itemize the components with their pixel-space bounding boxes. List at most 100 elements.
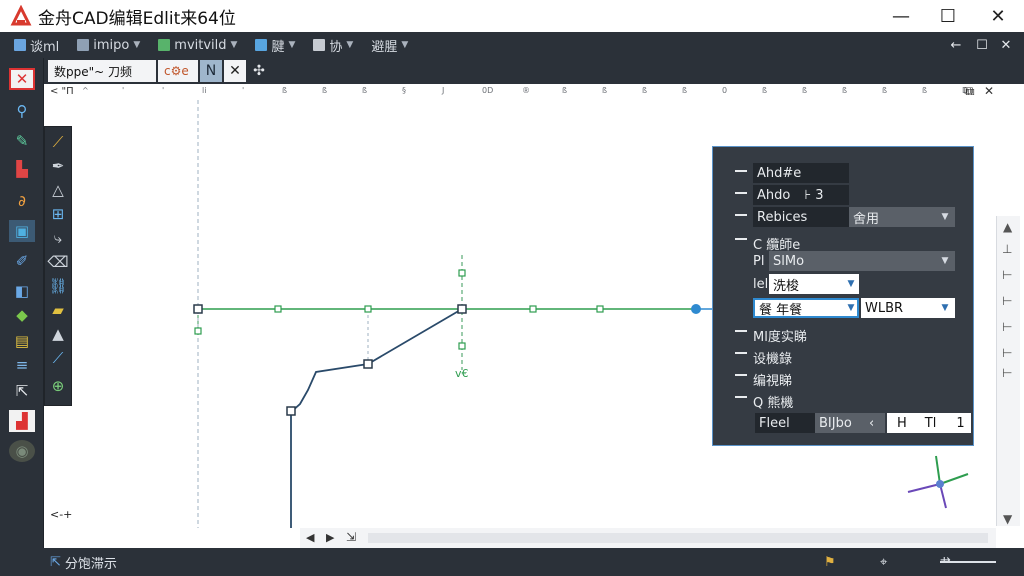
expand-tool-icon[interactable]: ⇱ [9,380,35,402]
chevron-down-icon: ▼ [288,40,296,50]
property-value-field[interactable]: Rebices [753,207,849,227]
menu-help[interactable]: 协 ▼ [309,34,357,56]
horizontal-scrollbar[interactable]: ◀ ▶ ⇲ [300,528,996,548]
axis-gizmo[interactable] [907,455,969,509]
footer-select[interactable]: BIJbo [815,413,865,433]
ruler-tick-label: ' [122,86,125,95]
panel-float-icon[interactable]: ⧉ [966,84,975,99]
stack-tool-icon[interactable]: ≡ [9,354,35,376]
menu-file[interactable]: 谈ml [10,34,63,56]
midpoint-handle[interactable] [194,327,202,335]
settings-tool-icon[interactable]: ◉ [9,440,35,462]
chevron-down-icon[interactable]: ▼ [843,276,859,292]
chevron-down-icon[interactable]: ▼ [843,300,859,316]
property-value-field[interactable]: Ahdo ⊦ 3 [753,185,849,205]
scroll-right-icon[interactable]: ▶ [326,531,334,544]
midpoint-handle[interactable] [529,305,537,313]
image-tool-icon[interactable]: ▣ [9,220,35,242]
footer-field[interactable]: Fleel [755,413,815,433]
connection-point[interactable] [691,304,701,314]
midpoint-handle[interactable] [364,305,372,313]
title-bar: 金舟CAD编辑Edlit来64位 — ☐ ✕ [0,0,1024,32]
chevron-down-icon[interactable]: ▼ [937,253,953,269]
property-row: C 纜師e [713,231,975,253]
ruler-marker-icon: ⊢ [1002,294,1013,308]
property-label: Q 熊機 [753,396,794,411]
property-select[interactable]: SlMo [769,251,955,271]
tab-document-2[interactable]: c⚙e [158,60,198,82]
maximize-button[interactable]: ☐ [925,0,971,32]
pencil-tool-icon[interactable]: ✐ [9,250,35,272]
vertex-handle[interactable] [193,304,203,314]
menu-import[interactable]: imipo ▼ [73,34,144,56]
vertex-handle[interactable] [286,406,296,416]
ruler-tick-label: li [202,86,207,95]
edit-menu-icon [255,39,268,51]
menu-help-label: 协 [329,39,343,55]
scroll-up-icon[interactable]: ▲ [1003,220,1012,234]
chevron-down-icon[interactable]: ▼ [937,209,953,225]
curve-tool-icon[interactable]: ∂ [9,190,35,212]
chart-tool-icon[interactable]: ▟ [9,410,35,432]
mdi-close-button[interactable]: ✕ [994,32,1018,58]
tab-pin-icon[interactable]: ✣ [248,60,270,82]
midpoint-handle[interactable] [596,305,604,313]
chevron-down-icon[interactable]: ▼ [937,300,953,316]
tab-document-1-label: 数ppe"~ 刀频 [54,64,133,79]
vertical-scrollbar[interactable]: ▲ ⊥ ⊢ ⊢ ⊢ ⊢ ⊢ ▼ [996,216,1020,526]
chevron-down-icon: ▼ [133,40,141,50]
canvas-corner-marker: <-+ [50,508,72,521]
chevron-down-icon: ▼ [346,40,354,50]
tab-close-button[interactable]: ✕ [224,60,246,82]
property-label: Ml度实睇 [753,330,807,345]
menu-edit[interactable]: 腱 ▼ [251,34,299,56]
fill-tool-icon[interactable]: ◆ [9,304,35,326]
menu-view[interactable]: mvitvild ▼ [154,34,241,56]
flag-icon[interactable]: ⚑ [824,555,836,570]
footer-input[interactable]: H Tl 1 [887,413,971,433]
footer-arrow[interactable]: ‹ [865,413,885,433]
status-text-wrap: ⇱ 分饱滞示 [50,553,117,572]
property-prefix: lel [753,277,769,292]
ruler-tick-label: § [402,86,406,95]
midpoint-handle[interactable] [458,342,466,350]
midpoint-handle[interactable] [274,305,282,313]
tab-n-button[interactable]: N [200,60,222,82]
scroll-down-icon[interactable]: ▼ [1003,512,1012,526]
property-name-field[interactable]: Ahd#e [753,163,849,183]
mdi-back-button[interactable]: ← [944,32,968,58]
align-tool-icon[interactable]: ▤ [9,330,35,352]
zoom-tool-icon[interactable]: ⚲ [9,100,35,122]
scroll-fit-icon[interactable]: ⇲ [346,530,356,544]
ruler-tick-label: ß [562,86,568,95]
ruler-tick-label: 0D [482,86,494,95]
vertex-handle[interactable] [457,304,467,314]
property-label: Rebices [757,209,808,225]
zoom-slider-thumb[interactable]: ⇸ [940,553,951,568]
ruler-tick-label: ' [162,86,165,95]
snap-icon[interactable]: ⌖ [880,555,887,570]
minimize-button[interactable]: — [878,0,924,32]
vertex-handle[interactable] [363,359,373,369]
menu-extra[interactable]: 避腥 ▼ [367,34,412,56]
property-value: ⊦ 3 [804,187,824,203]
tab-document-1[interactable]: 数ppe"~ 刀频 [48,60,156,82]
ruler-tick-label: ß [762,86,768,95]
horizontal-scroll-thumb[interactable] [368,533,988,543]
midpoint-handle[interactable] [458,269,466,277]
mdi-restore-button[interactable]: ☐ [970,32,994,58]
layer-tool-icon[interactable]: ◧ [9,280,35,302]
pen-tool-icon[interactable]: ✎ [9,130,35,152]
select-tool-icon[interactable]: ✕ [9,68,35,90]
ruler-tick-label: 0 [722,86,728,95]
close-button[interactable]: ✕ [975,0,1021,32]
dark-polyline[interactable] [290,308,463,528]
paint-tool-icon[interactable]: ▙ [9,158,35,180]
ruler-marker-icon: ⊢ [1002,366,1013,380]
ruler-tick-label: ® [522,86,530,95]
ruler-close-icon[interactable]: ✕ [984,84,994,98]
property-row: Ml度实睇 [713,323,975,345]
menu-extra-label: 避腥 [371,39,398,55]
scroll-left-icon[interactable]: ◀ [306,531,314,544]
ruler-tick-label: ß [842,86,848,95]
